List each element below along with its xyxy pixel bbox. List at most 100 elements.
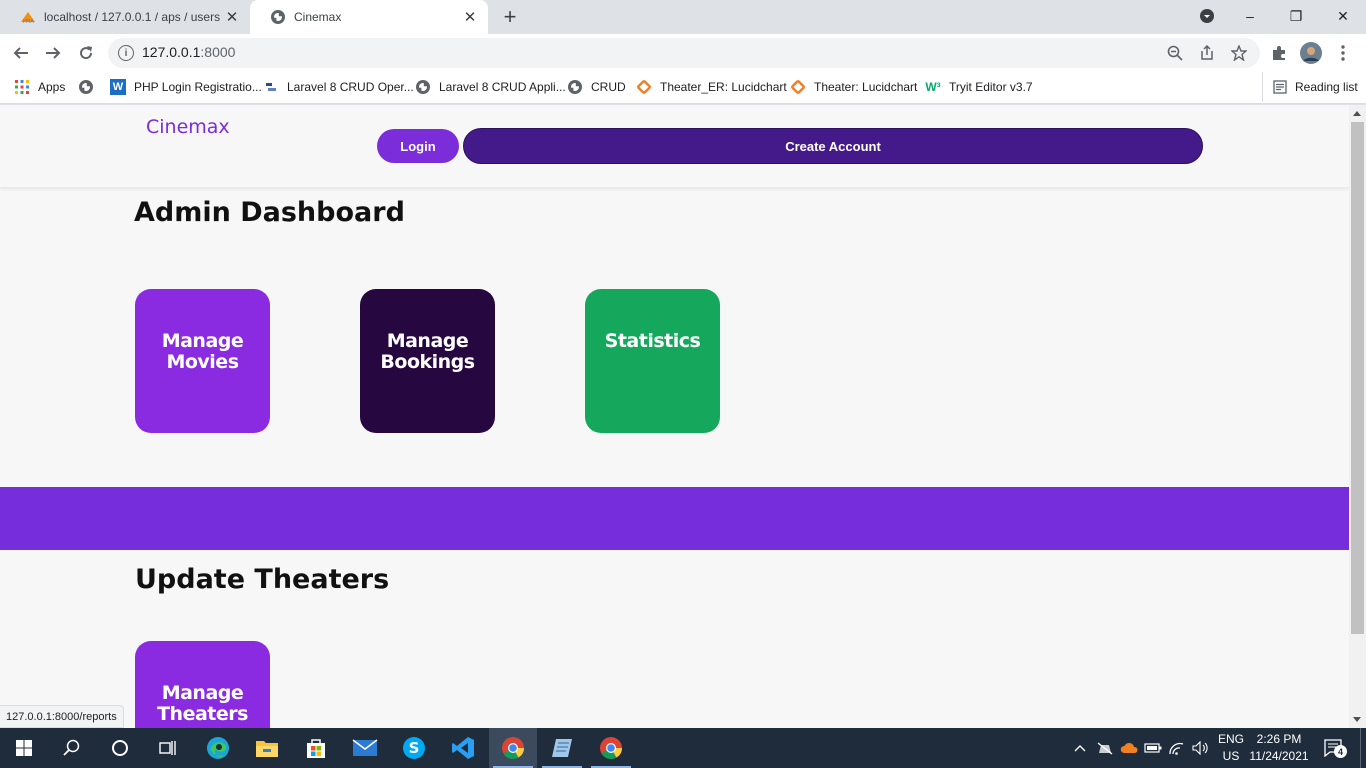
taskbar-skype[interactable]: S <box>390 728 438 768</box>
bookmark-label: Laravel 8 CRUD Oper... <box>287 80 414 94</box>
bookmark-star-icon[interactable] <box>1230 44 1248 62</box>
input-language-indicator[interactable]: ENG US <box>1216 731 1246 765</box>
network-offline-icon[interactable] <box>1094 728 1116 768</box>
tab-title: Cinemax <box>294 10 342 24</box>
notifications-button[interactable]: 4 <box>1320 728 1350 768</box>
folder-icon <box>256 741 278 757</box>
close-window-button[interactable]: ✕ <box>1320 0 1366 32</box>
volume-icon[interactable] <box>1190 728 1212 768</box>
tab-phpmyadmin[interactable]: PMA localhost / 127.0.0.1 / aps / users … <box>0 0 250 34</box>
tile-label: Statistics <box>604 330 701 352</box>
taskbar-store[interactable] <box>292 728 340 768</box>
scroll-up-arrow-icon[interactable] <box>1353 111 1361 116</box>
globe-icon <box>415 79 431 95</box>
tile-label: Manage Theaters <box>157 682 248 725</box>
system-clock[interactable]: 2:26 PM 11/24/2021 <box>1246 731 1312 765</box>
site-info-icon[interactable]: i <box>118 45 134 61</box>
bookmark-laravel-crud-appli[interactable]: Laravel 8 CRUD Appli... <box>415 72 566 102</box>
edge-icon <box>207 737 229 759</box>
bookmark-label: Laravel 8 CRUD Appli... <box>439 80 566 94</box>
w3-icon: W³ <box>925 80 941 94</box>
bookmark-globe[interactable] <box>78 72 102 102</box>
section-divider-band <box>0 487 1349 550</box>
show-hidden-icons-chevron-up-icon[interactable] <box>1070 728 1090 768</box>
start-button[interactable] <box>0 728 48 768</box>
phpmyadmin-icon: PMA <box>20 9 36 25</box>
lucidchart-icon <box>790 79 806 95</box>
profile-avatar[interactable] <box>1300 42 1322 64</box>
bookmark-laravel-crud-oper[interactable]: Laravel 8 CRUD Oper... <box>263 72 414 102</box>
tab-search-button[interactable] <box>1184 0 1230 32</box>
browser-menu-icon[interactable] <box>1332 42 1354 64</box>
scroll-down-arrow-icon[interactable] <box>1353 717 1361 722</box>
close-tab-icon[interactable]: ✕ <box>222 7 242 27</box>
page-viewport: Cinemax Login Create Account Admin Dashb… <box>0 105 1349 728</box>
show-desktop-button[interactable] <box>1360 728 1366 768</box>
chevron-down-icon <box>1200 9 1214 23</box>
bookmark-tryit-editor[interactable]: W³ Tryit Editor v3.7 <box>925 72 1032 102</box>
cloud-icon[interactable] <box>1118 728 1140 768</box>
globe-icon <box>567 79 583 95</box>
site-icon <box>263 79 279 95</box>
bookmarks-bar: Apps W PHP Login Registratio... Laravel … <box>0 72 1366 104</box>
lucidchart-icon <box>636 79 652 95</box>
taskbar-chrome-second[interactable] <box>587 728 635 768</box>
w-icon: W <box>110 79 126 95</box>
vscode-icon <box>452 737 474 759</box>
tab-title: localhost / 127.0.0.1 / aps / users | <box>44 10 222 24</box>
minimize-button[interactable]: – <box>1227 0 1273 32</box>
statistics-tile[interactable]: Statistics <box>585 289 720 433</box>
svg-text:S: S <box>409 739 420 757</box>
bookmark-apps[interactable]: Apps <box>14 72 65 102</box>
windows-logo-icon <box>16 740 32 756</box>
battery-icon[interactable] <box>1142 728 1164 768</box>
wifi-icon[interactable] <box>1166 728 1188 768</box>
taskbar-notepad-app[interactable] <box>538 728 586 768</box>
tab-cinemax[interactable]: Cinemax ✕ <box>250 0 488 34</box>
taskbar-vscode[interactable] <box>439 728 487 768</box>
cortana-button[interactable] <box>96 728 144 768</box>
chrome-icon <box>600 737 622 759</box>
share-icon[interactable] <box>1198 44 1216 62</box>
brand-logo[interactable]: Cinemax <box>146 116 230 138</box>
search-button[interactable] <box>48 728 96 768</box>
forward-arrow-icon[interactable] <box>42 42 64 64</box>
globe-icon <box>78 79 94 95</box>
task-view-icon <box>159 741 176 755</box>
manage-movies-tile[interactable]: Manage Movies <box>135 289 270 433</box>
bookmark-crud[interactable]: CRUD <box>567 72 626 102</box>
taskbar-mail[interactable] <box>341 728 389 768</box>
reading-list-label: Reading list <box>1295 80 1358 94</box>
create-account-button[interactable]: Create Account <box>463 128 1203 164</box>
reload-icon[interactable] <box>75 42 97 64</box>
login-button[interactable]: Login <box>377 129 459 163</box>
page-title: Admin Dashboard <box>134 197 405 228</box>
back-arrow-icon[interactable] <box>10 42 32 64</box>
taskbar-file-explorer[interactable] <box>243 728 291 768</box>
zoom-icon[interactable] <box>1166 44 1184 62</box>
taskbar-edge[interactable] <box>194 728 242 768</box>
bookmark-theater-lucidchart[interactable]: Theater: Lucidchart <box>790 72 917 102</box>
extensions-icon[interactable] <box>1268 42 1290 64</box>
bookmark-label: Theater: Lucidchart <box>814 80 918 94</box>
bookmark-label: PHP Login Registratio... <box>134 80 262 94</box>
bookmark-label: CRUD <box>591 80 626 94</box>
tile-label: Manage Movies <box>161 330 244 373</box>
taskbar-chrome-active[interactable] <box>489 728 537 768</box>
globe-icon <box>270 9 286 25</box>
new-tab-button[interactable]: + <box>498 4 522 29</box>
address-bar[interactable]: i 127.0.0.1:8000 <box>108 38 1260 68</box>
bookmark-php-login[interactable]: W PHP Login Registratio... <box>110 72 262 102</box>
page-scrollbar[interactable] <box>1349 105 1366 728</box>
close-tab-icon[interactable]: ✕ <box>460 7 480 27</box>
bookmark-theater-er[interactable]: Theater_ER: Lucidchart <box>636 72 787 102</box>
scrollbar-thumb[interactable] <box>1351 122 1364 634</box>
task-view-button[interactable] <box>144 728 192 768</box>
manage-bookings-tile[interactable]: Manage Bookings <box>360 289 495 433</box>
search-icon <box>63 739 80 756</box>
url-text: 127.0.0.1:8000 <box>142 44 236 60</box>
restore-button[interactable]: ❐ <box>1273 0 1319 32</box>
manage-theaters-tile[interactable]: Manage Theaters <box>135 641 270 728</box>
svg-text:PMA: PMA <box>23 19 34 24</box>
reading-list-button[interactable]: Reading list <box>1262 72 1358 102</box>
